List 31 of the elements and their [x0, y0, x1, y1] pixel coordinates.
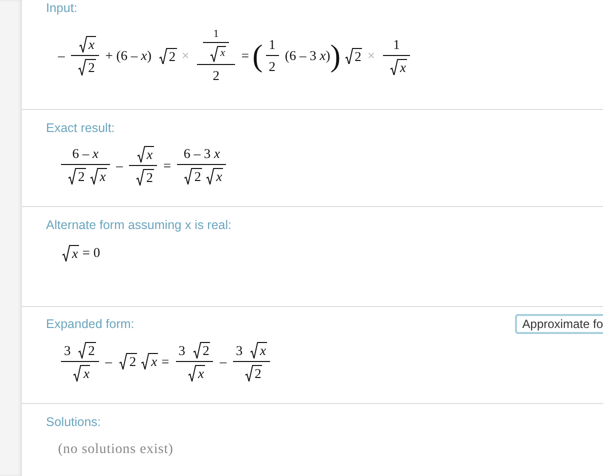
radical-sign-icon [78, 36, 86, 53]
radical-sign-icon [244, 364, 253, 382]
radical-sign-icon [62, 245, 70, 262]
math-formula: x = 0 [58, 245, 603, 262]
radical-sign-icon [68, 168, 76, 186]
radical-sign-icon [119, 353, 128, 370]
radical-sign-icon [90, 168, 98, 186]
section-title: Input: [46, 1, 78, 15]
radical-sign-icon [210, 46, 218, 62]
radical-sign-icon [390, 58, 398, 76]
radical-sign-icon [188, 364, 196, 382]
radical-sign-icon [136, 168, 144, 186]
radical-sign-icon [184, 168, 192, 186]
radical-sign-icon [141, 353, 150, 370]
math-formula: 6 – x 2 x – x 2 = 6 – 3 x 2 x [58, 146, 603, 186]
radical-sign-icon [158, 48, 167, 64]
section-title: Expanded form: [46, 317, 134, 331]
section-title: Solutions: [46, 415, 101, 429]
section-title: Alternate form assuming x is real: [46, 218, 232, 232]
radical-sign-icon [250, 342, 258, 359]
section-title: Exact result: [46, 121, 115, 135]
radical-sign-icon [73, 364, 82, 382]
approximate-form-button[interactable]: Approximate fo [515, 314, 603, 334]
radical-sign-icon [136, 146, 145, 163]
radical-sign-icon [78, 342, 86, 359]
result-text: (no solutions exist) [58, 442, 174, 458]
math-formula: 3 2 x – 2 x = 3 2 x – 3 x 2 [58, 342, 603, 382]
radical-sign-icon [78, 59, 86, 76]
radical-sign-icon [192, 342, 201, 359]
radical-sign-icon [344, 48, 353, 64]
radical-sign-icon [206, 168, 214, 186]
